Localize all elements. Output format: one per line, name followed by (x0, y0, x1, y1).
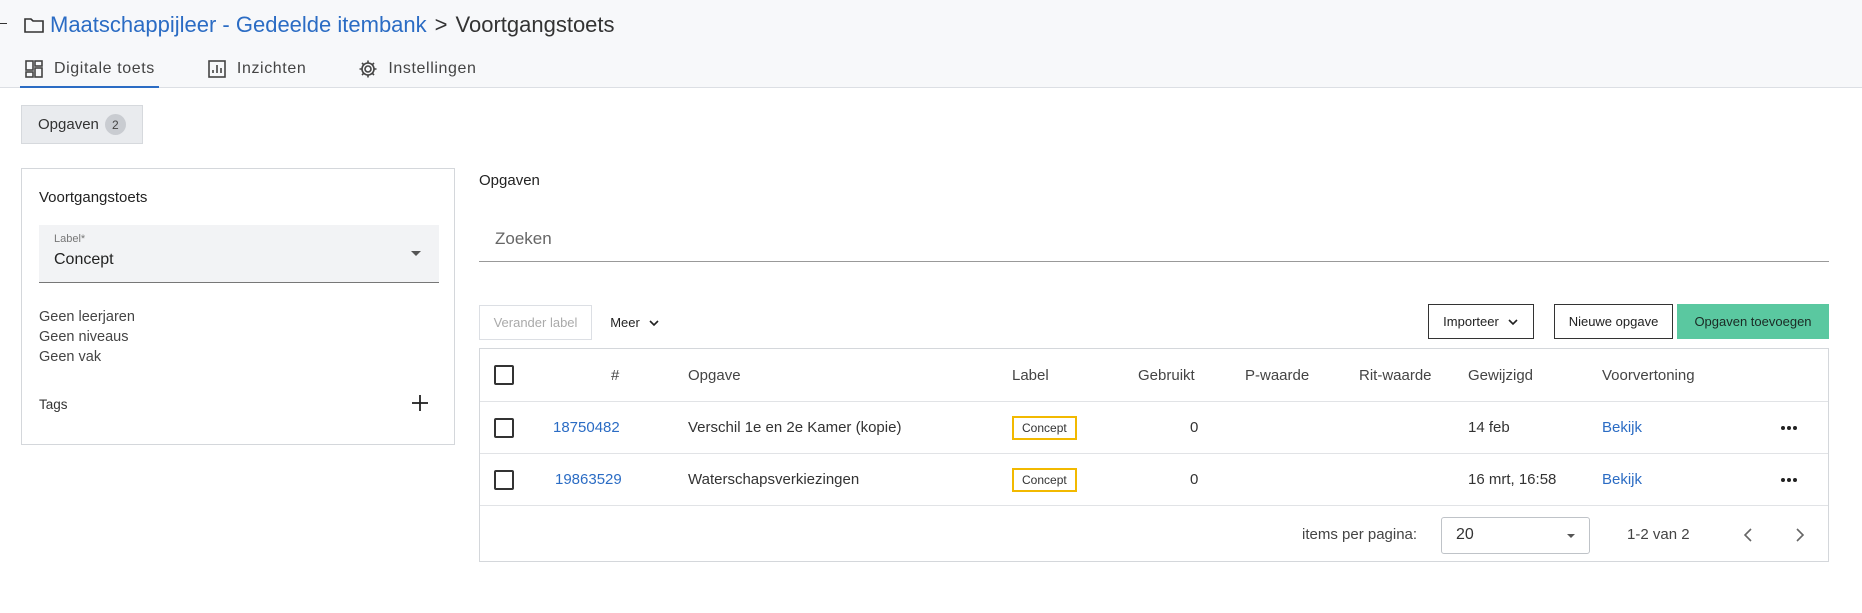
page-header: Maatschappijleer - Gedeelde itembank > V… (0, 0, 1862, 88)
label-select[interactable]: Label* Concept (39, 225, 439, 283)
item-title: Verschil 1e en 2e Kamer (kopie) (688, 419, 902, 436)
table-row[interactable]: 19863529 Waterschapsverkiezingen Concept… (480, 454, 1828, 506)
opgaven-title: Opgaven (479, 172, 540, 189)
label-select-caption: Label* (54, 233, 86, 245)
new-item-button[interactable]: Nieuwe opgave (1554, 304, 1673, 339)
tab-label: Digitale toets (54, 60, 155, 77)
column-header-gewijzigd[interactable]: Gewijzigd (1468, 349, 1533, 401)
info-niveaus: Geen niveaus (39, 329, 129, 345)
caret-down-icon (1567, 534, 1575, 538)
label-select-value: Concept (54, 251, 114, 268)
tab-inzichten[interactable]: Inzichten (203, 50, 310, 88)
row-checkbox[interactable] (494, 417, 514, 438)
column-header-opgave[interactable]: Opgave (688, 349, 741, 401)
status-badge: Concept (1012, 415, 1077, 440)
item-used: 0 (1190, 419, 1199, 436)
chevron-down-icon (1508, 318, 1518, 325)
items-per-page-select[interactable]: 20 (1441, 517, 1590, 554)
chevron-down-icon (649, 319, 659, 326)
chart-icon (208, 60, 226, 78)
tab-label: Instellingen (388, 60, 477, 77)
import-dropdown-button[interactable]: Importeer (1428, 304, 1534, 339)
table-header-row: # Opgave Label Gebruikt P-waarde Rit-waa… (480, 349, 1828, 402)
breadcrumb-separator: > (434, 12, 448, 37)
item-modified: 14 feb (1468, 419, 1510, 436)
chevron-left-icon[interactable] (1738, 525, 1758, 545)
breadcrumb: Maatschappijleer - Gedeelde itembank > V… (22, 10, 615, 40)
info-leerjaren: Geen leerjaren (39, 309, 135, 325)
change-label-button[interactable]: Verander label (479, 305, 592, 340)
column-header-rit-waarde[interactable]: Rit-waarde (1359, 349, 1432, 401)
tab-label: Inzichten (236, 60, 307, 77)
tab-instellingen[interactable]: Instellingen (354, 50, 480, 88)
row-checkbox[interactable] (494, 469, 514, 490)
items-per-page-label: items per pagina: (1302, 526, 1418, 543)
status-badge: Concept (1012, 467, 1077, 492)
more-options-icon[interactable] (1779, 420, 1799, 436)
chip-label: Opgaven (38, 116, 99, 133)
tab-bar: Digitale toets Inzichten Instellingen (20, 50, 525, 88)
preview-link[interactable]: Bekijk (1602, 454, 1642, 505)
breadcrumb-current: Voortgangstoets (455, 12, 615, 37)
column-header-number[interactable]: # (611, 349, 619, 401)
more-dropdown-button[interactable]: Meer (600, 305, 670, 340)
plus-icon[interactable] (408, 391, 432, 415)
folder-icon (24, 18, 44, 33)
item-id-link[interactable]: 19863529 (555, 454, 622, 505)
column-header-label[interactable]: Label (1012, 349, 1049, 401)
tab-digitale-toets[interactable]: Digitale toets (20, 50, 159, 88)
opgaven-filter-chip[interactable]: Opgaven 2 (21, 105, 143, 144)
select-all-checkbox[interactable] (494, 365, 514, 385)
pagination-range: 1-2 van 2 (1627, 526, 1690, 543)
item-title: Waterschapsverkiezingen (688, 471, 860, 488)
info-vak: Geen vak (39, 349, 102, 365)
caret-down-icon (411, 251, 421, 256)
item-modified: 16 mrt, 16:58 (1468, 471, 1557, 488)
edge-mark (0, 23, 7, 24)
items-per-page-value: 20 (1456, 526, 1474, 543)
preview-link[interactable]: Bekijk (1602, 402, 1642, 453)
dashboard-icon (25, 60, 43, 78)
tags-label: Tags (39, 397, 68, 412)
table-row[interactable]: 18750482 Verschil 1e en 2e Kamer (kopie)… (480, 402, 1828, 454)
search-input[interactable] (479, 216, 1829, 262)
item-used: 0 (1190, 471, 1199, 488)
add-items-button[interactable]: Opgaven toevoegen (1677, 304, 1829, 339)
more-options-icon[interactable] (1779, 472, 1799, 488)
column-header-p-waarde[interactable]: P-waarde (1245, 349, 1309, 401)
column-header-voorvertoning: Voorvertoning (1602, 366, 1695, 384)
import-label: Importeer (1443, 314, 1499, 329)
chevron-right-icon[interactable] (1790, 525, 1810, 545)
gear-icon (359, 60, 377, 78)
chip-count-badge: 2 (104, 114, 126, 135)
test-info-panel: Voortgangstoets Label* Concept Geen leer… (21, 168, 455, 445)
item-id-link[interactable]: 18750482 (553, 402, 620, 453)
breadcrumb-parent-link[interactable]: Maatschappijleer - Gedeelde itembank (50, 12, 427, 38)
panel-title: Voortgangstoets (39, 189, 148, 206)
more-label: Meer (610, 315, 640, 330)
column-header-gebruikt[interactable]: Gebruikt (1138, 349, 1195, 401)
